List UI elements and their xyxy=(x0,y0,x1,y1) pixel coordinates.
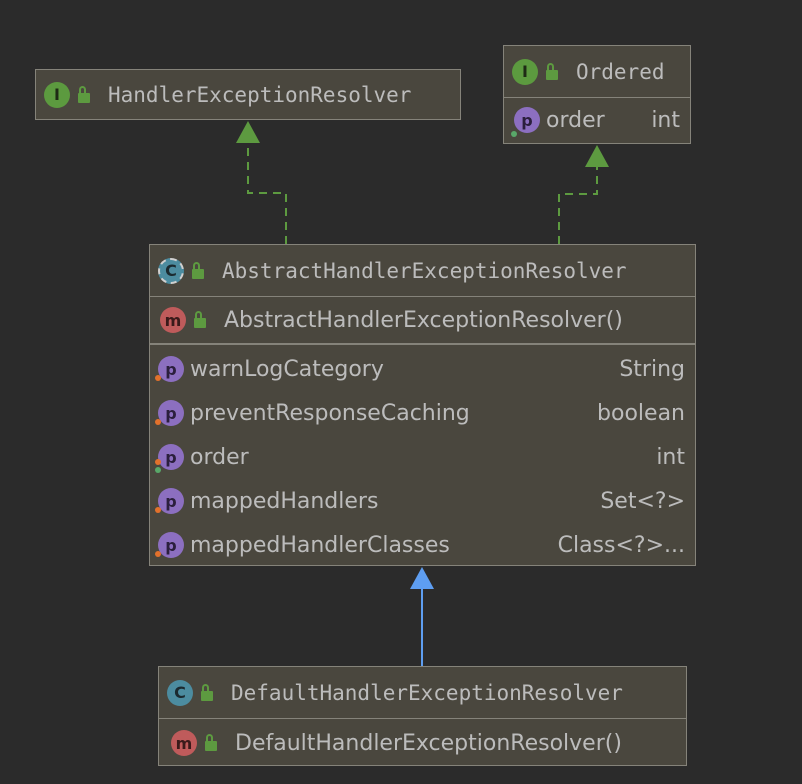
node-header: I Ordered xyxy=(504,46,690,98)
unlocked-icon xyxy=(76,85,92,104)
property-type: Class<?>... xyxy=(557,532,685,558)
property-name: preventResponseCaching xyxy=(190,400,470,426)
method-badge-icon: m xyxy=(171,730,197,756)
node-name: HandlerExceptionResolver xyxy=(108,82,412,107)
property-row-order[interactable]: p order int xyxy=(150,435,695,479)
property-name: mappedHandlerClasses xyxy=(190,532,450,558)
property-row-mapped-handler-classes[interactable]: p mappedHandlerClasses Class<?>... xyxy=(150,523,695,567)
realization-arrowhead-ordered xyxy=(585,145,609,167)
public-dot-icon xyxy=(511,131,517,137)
generalization-arrowhead-default-resolver xyxy=(410,567,434,589)
property-row-warn-log-category[interactable]: p warnLogCategory String xyxy=(150,347,695,391)
property-name: order xyxy=(546,107,605,133)
unlocked-icon xyxy=(190,261,206,280)
interface-badge-icon: I xyxy=(512,58,538,85)
constructor-row[interactable]: m AbstractHandlerExceptionResolver() xyxy=(150,297,695,345)
property-type: Set<?> xyxy=(600,488,685,514)
realization-link-ordered xyxy=(558,166,598,244)
property-badge-icon: p xyxy=(155,356,184,382)
node-name: Ordered xyxy=(576,59,665,84)
unlocked-icon xyxy=(544,62,560,81)
property-badge-icon: p xyxy=(155,400,184,426)
interface-badge-icon: I xyxy=(44,81,70,108)
property-row-prevent-response-caching[interactable]: p preventResponseCaching boolean xyxy=(150,391,695,435)
method-badge-icon: m xyxy=(160,307,186,333)
constructor-name: AbstractHandlerExceptionResolver() xyxy=(224,307,623,333)
private-field-dot-icon xyxy=(155,459,161,465)
realization-arrowhead-handler-exception-resolver xyxy=(236,121,260,143)
class-default-handler-exception-resolver[interactable]: C DefaultHandlerExceptionResolver m Defa… xyxy=(158,666,687,766)
interface-ordered[interactable]: I Ordered p order int xyxy=(503,45,691,144)
node-name: AbstractHandlerExceptionResolver xyxy=(222,258,627,283)
constructor-row[interactable]: m DefaultHandlerExceptionResolver() xyxy=(159,719,686,767)
unlocked-icon xyxy=(203,734,219,752)
interface-handler-exception-resolver[interactable]: I HandlerExceptionResolver xyxy=(35,69,461,120)
property-name: warnLogCategory xyxy=(190,356,384,382)
property-row-order[interactable]: p order int xyxy=(504,98,690,142)
class-badge-icon: C xyxy=(167,679,193,706)
property-type: boolean xyxy=(597,400,685,426)
property-name: order xyxy=(190,444,249,470)
abstract-class-badge-icon: C xyxy=(158,257,184,284)
realization-link-handler-exception-resolver xyxy=(247,142,287,244)
property-row-mapped-handlers[interactable]: p mappedHandlers Set<?> xyxy=(150,479,695,523)
public-dot-icon xyxy=(155,467,161,473)
private-field-dot-icon xyxy=(155,551,161,557)
node-header: C AbstractHandlerExceptionResolver xyxy=(150,245,695,297)
class-abstract-handler-exception-resolver[interactable]: C AbstractHandlerExceptionResolver m Abs… xyxy=(149,244,696,566)
property-badge-icon: p xyxy=(155,444,184,473)
node-header: I HandlerExceptionResolver xyxy=(36,70,460,119)
property-badge-icon: p xyxy=(155,532,184,558)
node-header: C DefaultHandlerExceptionResolver xyxy=(159,667,686,719)
private-field-dot-icon xyxy=(155,375,161,381)
property-type: int xyxy=(656,444,685,470)
private-field-dot-icon xyxy=(155,507,161,513)
node-name: DefaultHandlerExceptionResolver xyxy=(231,680,623,705)
unlocked-icon xyxy=(192,311,208,329)
constructor-name: DefaultHandlerExceptionResolver() xyxy=(235,730,622,756)
private-field-dot-icon xyxy=(155,419,161,425)
property-badge-icon: p xyxy=(155,488,184,514)
property-badge-icon: p xyxy=(511,107,540,137)
property-type: int xyxy=(651,107,680,133)
property-name: mappedHandlers xyxy=(190,488,379,514)
property-type: String xyxy=(619,356,685,382)
unlocked-icon xyxy=(199,683,215,702)
